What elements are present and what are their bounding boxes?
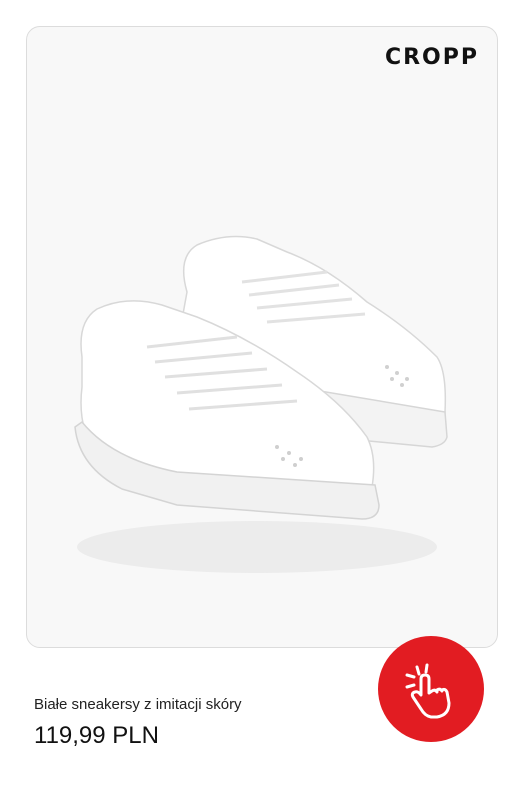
- tap-hand-icon: [405, 663, 451, 719]
- tap-button[interactable]: [378, 636, 484, 742]
- product-name: Białe sneakersy z imitacji skóry: [34, 696, 242, 713]
- product-image: [74, 235, 448, 573]
- product-card[interactable]: CROPP: [26, 26, 498, 648]
- shadow-shape: [77, 521, 437, 573]
- brand-logo: CROPP: [384, 45, 479, 70]
- ad-page: CROPP Białe sneakersy z imitacji skóry 1…: [0, 0, 524, 800]
- product-price: 119,99 PLN: [34, 722, 159, 749]
